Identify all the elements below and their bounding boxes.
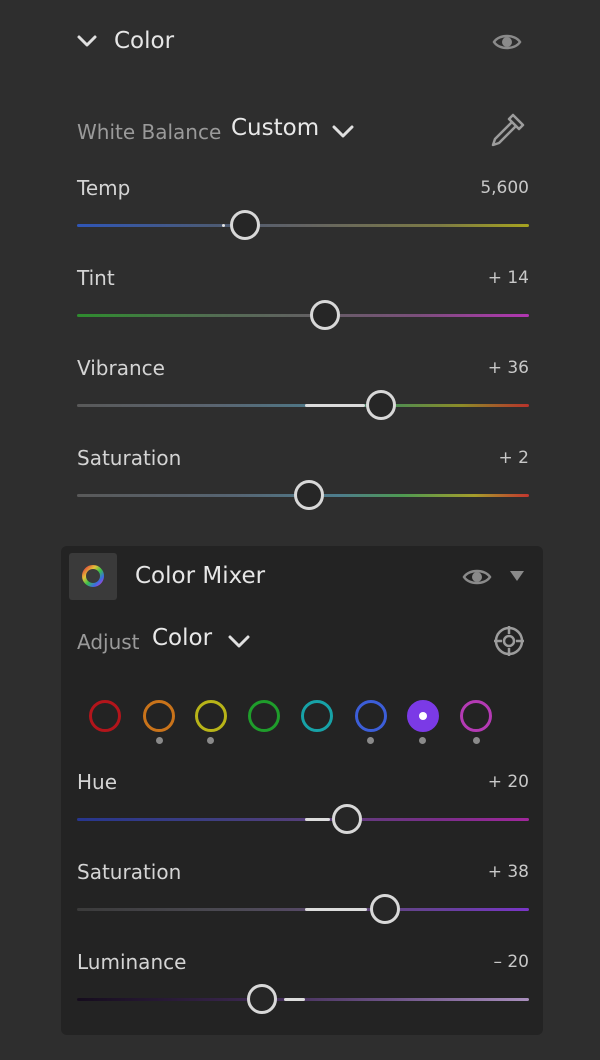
vibrance-label: Vibrance (77, 356, 165, 380)
color-wheel-icon (82, 565, 104, 587)
vibrance-slider-thumb[interactable] (366, 390, 396, 420)
hue-label: Hue (77, 770, 118, 794)
target-adjustment-icon[interactable] (492, 624, 526, 658)
eye-icon[interactable] (462, 566, 492, 588)
adjust-value: Color (152, 625, 213, 651)
hue-value[interactable]: + 20 (409, 772, 529, 792)
luminance-fill (284, 998, 305, 1001)
swatch-aqua[interactable] (301, 700, 333, 732)
saturation-label: Saturation (77, 446, 182, 470)
saturation-value[interactable]: + 2 (409, 448, 529, 468)
tint-slider-thumb[interactable] (310, 300, 340, 330)
vibrance-track[interactable] (77, 404, 529, 407)
mixer-saturation-value[interactable]: + 38 (409, 862, 529, 882)
triangle-down-icon[interactable] (509, 570, 525, 582)
mixer-saturation-fill (305, 908, 367, 911)
modified-indicator (367, 737, 374, 744)
mixer-saturation-label: Saturation (77, 860, 182, 884)
temp-label: Temp (77, 176, 131, 200)
adjust-label: Adjust (77, 630, 140, 654)
tint-label: Tint (77, 266, 115, 290)
hue-slider-thumb[interactable] (332, 804, 362, 834)
color-mixer-icon-box (69, 553, 117, 600)
luminance-slider-thumb[interactable] (247, 984, 277, 1014)
vibrance-fill (305, 404, 365, 407)
swatch-red[interactable] (89, 700, 121, 732)
modified-indicator (156, 737, 163, 744)
swatch-purple-selected[interactable] (407, 700, 439, 732)
swatch-orange[interactable] (143, 700, 175, 732)
tint-track[interactable] (77, 314, 529, 317)
temp-value[interactable]: 5,600 (409, 178, 529, 198)
chevron-down-icon[interactable] (76, 34, 98, 50)
temp-track-mark (222, 224, 225, 227)
color-mixer-title: Color Mixer (135, 563, 266, 589)
hue-fill (305, 818, 330, 821)
white-balance-label: White Balance (77, 120, 222, 144)
tint-value[interactable]: + 14 (409, 268, 529, 288)
swatch-yellow[interactable] (195, 700, 227, 732)
temp-track[interactable] (77, 224, 529, 227)
color-section-header[interactable]: Color (76, 28, 536, 58)
swatch-green[interactable] (248, 700, 280, 732)
vibrance-value[interactable]: + 36 (409, 358, 529, 378)
temp-slider-thumb[interactable] (230, 210, 260, 240)
modified-indicator (207, 737, 214, 744)
mixer-saturation-slider-thumb[interactable] (370, 894, 400, 924)
mixer-saturation-track[interactable] (77, 908, 529, 911)
saturation-slider-thumb[interactable] (294, 480, 324, 510)
swatch-blue[interactable] (355, 700, 387, 732)
adjust-dropdown[interactable]: Color (152, 625, 262, 659)
chevron-down-icon (332, 125, 354, 138)
selected-dot (419, 712, 427, 720)
modified-indicator (419, 737, 426, 744)
swatch-magenta[interactable] (460, 700, 492, 732)
eye-icon[interactable] (492, 31, 522, 53)
white-balance-value: Custom (231, 115, 320, 141)
luminance-label: Luminance (77, 950, 187, 974)
color-section-title: Color (114, 28, 175, 54)
white-balance-dropdown[interactable]: Custom (231, 115, 361, 149)
hue-track[interactable] (77, 818, 529, 821)
eyedropper-icon[interactable] (487, 111, 527, 151)
luminance-value[interactable]: – 20 (409, 952, 529, 972)
chevron-down-icon (228, 635, 250, 648)
modified-indicator (473, 737, 480, 744)
color-mixer-header[interactable]: Color Mixer (69, 553, 529, 601)
